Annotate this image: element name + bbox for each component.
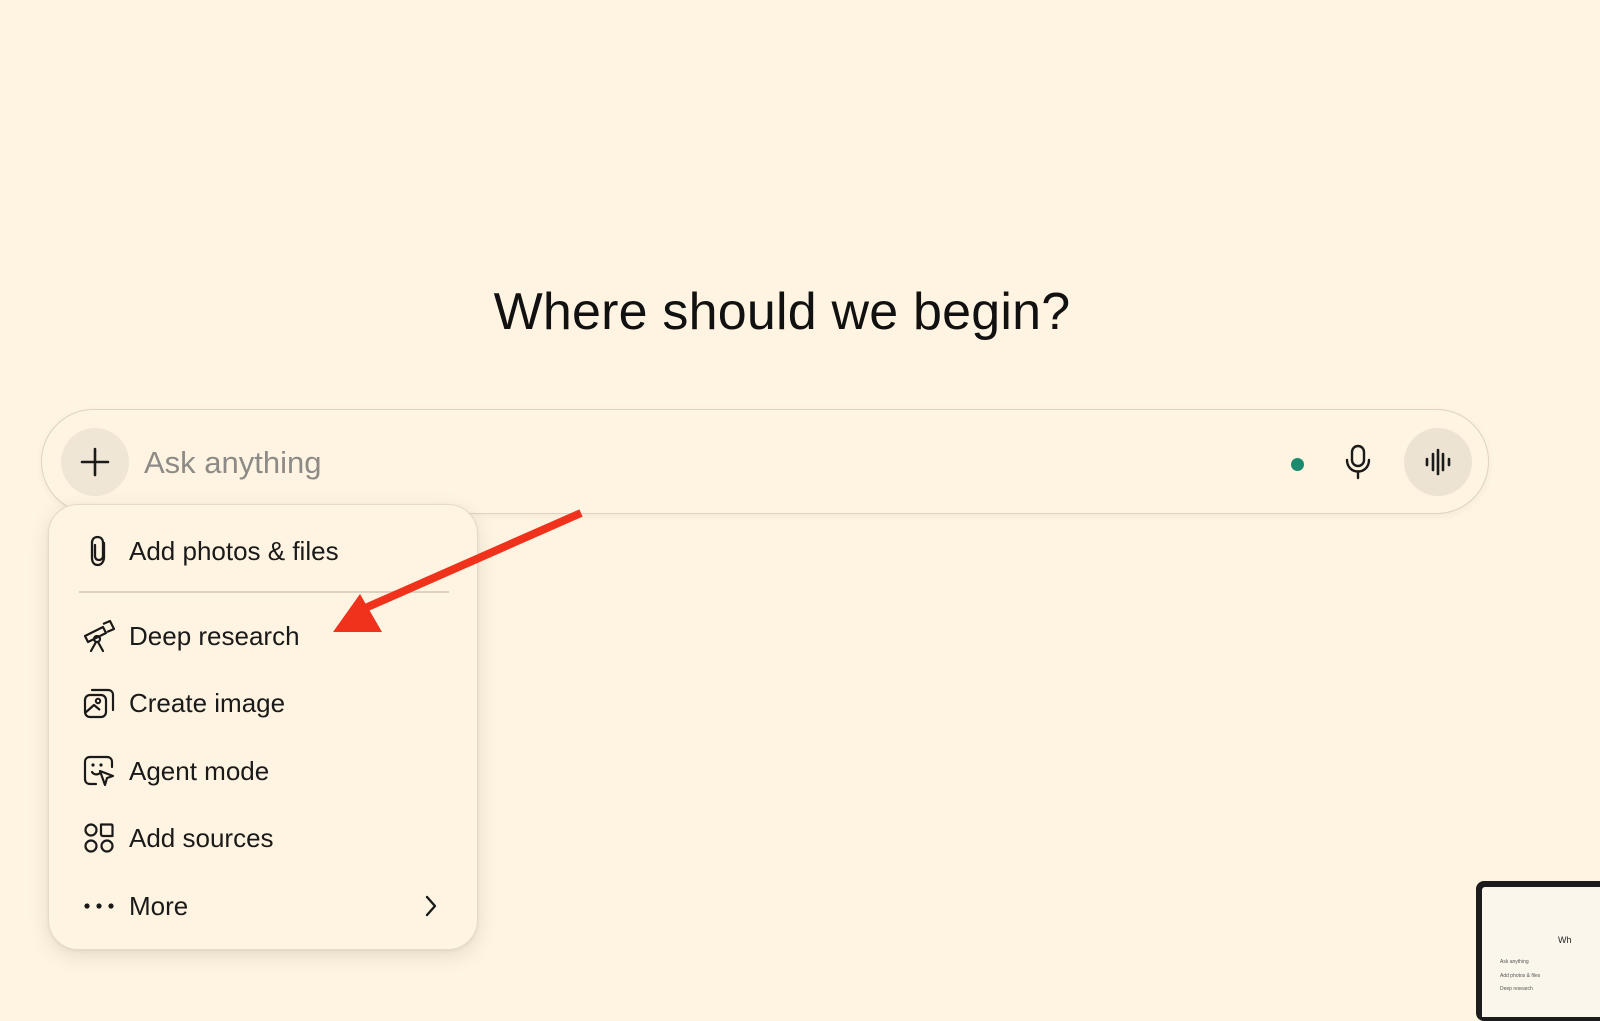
menu-divider bbox=[79, 591, 449, 593]
menu-item-label: Add sources bbox=[129, 822, 274, 853]
prompt-input[interactable] bbox=[142, 432, 1246, 494]
chevron-right-icon bbox=[417, 892, 445, 920]
thumbnail-line: Add photos & files bbox=[1500, 973, 1541, 979]
telescope-icon bbox=[79, 616, 119, 656]
tools-menu: Add photos & files Deep research Create … bbox=[48, 504, 478, 950]
menu-item-add-photos-files[interactable]: Add photos & files bbox=[63, 521, 465, 581]
menu-item-label: More bbox=[129, 890, 189, 921]
menu-item-label: Create image bbox=[129, 687, 286, 718]
menu-item-deep-research[interactable]: Deep research bbox=[63, 606, 465, 666]
microphone-icon bbox=[1345, 444, 1371, 480]
agent-cursor-icon bbox=[79, 751, 119, 791]
thumbnail-heading: Wh bbox=[1558, 935, 1572, 945]
plus-icon bbox=[80, 447, 110, 477]
menu-item-create-image[interactable]: Create image bbox=[63, 673, 465, 733]
menu-item-label: Deep research bbox=[129, 620, 300, 651]
voice-waveform-icon bbox=[1425, 448, 1451, 476]
status-dot bbox=[1291, 458, 1304, 471]
screenshot-thumbnail[interactable]: Wh Ask anything Add photos & files Deep … bbox=[1476, 881, 1600, 1021]
menu-item-agent-mode[interactable]: Agent mode bbox=[63, 741, 465, 801]
menu-item-more[interactable]: More bbox=[63, 876, 465, 936]
image-create-icon bbox=[79, 683, 119, 723]
chat-composer bbox=[41, 409, 1489, 514]
menu-item-label: Add photos & files bbox=[129, 535, 339, 566]
thumbnail-line: Deep research bbox=[1500, 986, 1533, 992]
menu-item-add-sources[interactable]: Add sources bbox=[63, 808, 465, 868]
add-attachment-button[interactable] bbox=[61, 428, 129, 496]
voice-mode-button[interactable] bbox=[1404, 428, 1472, 496]
menu-item-label: Agent mode bbox=[129, 755, 270, 786]
dictate-button[interactable] bbox=[1334, 438, 1382, 486]
page-title: Where should we begin? bbox=[493, 283, 1071, 341]
thumbnail-preview: Wh Ask anything Add photos & files Deep … bbox=[1482, 887, 1600, 1017]
paperclip-icon bbox=[79, 531, 119, 571]
sources-icon bbox=[79, 818, 119, 858]
ellipsis-icon bbox=[79, 886, 119, 926]
thumbnail-line: Ask anything bbox=[1500, 959, 1529, 965]
